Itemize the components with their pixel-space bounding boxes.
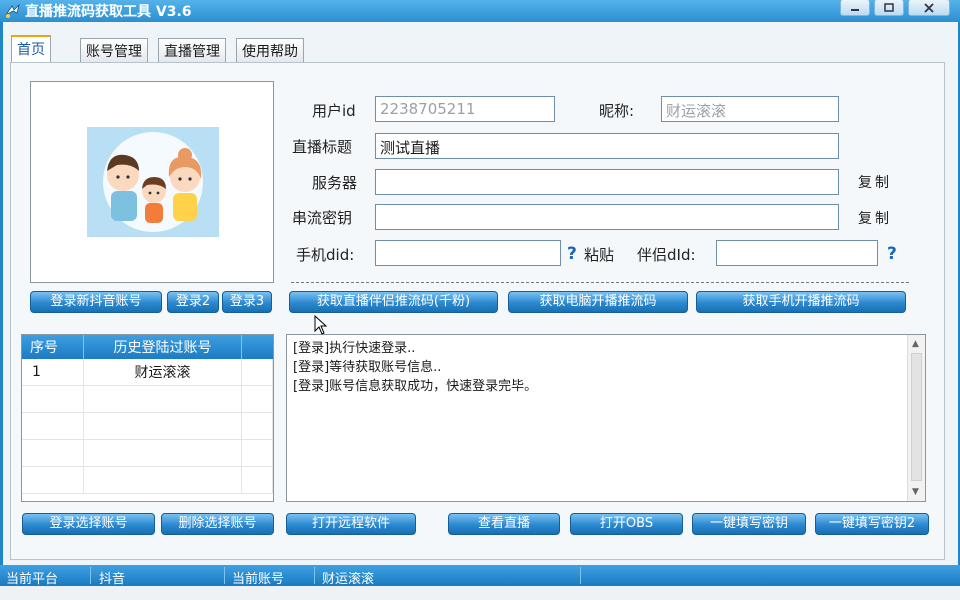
scroll-down-icon[interactable]: ▼ <box>912 487 919 497</box>
maximize-button[interactable] <box>874 0 904 16</box>
get-phone-stream-code-button[interactable]: 获取手机开播推流码 <box>696 291 906 313</box>
status-account-label: 当前账号 <box>232 572 285 587</box>
minimize-icon <box>851 8 859 11</box>
phone-did-input[interactable] <box>375 240 561 266</box>
avatar-frame <box>30 81 274 283</box>
fill-key-button[interactable]: 一键填写密钥 <box>692 513 806 535</box>
help-icon[interactable]: ? <box>887 246 901 263</box>
partner-did-label: 伴侣dId: <box>637 246 696 264</box>
row-account: 财运滚滚 <box>84 359 242 385</box>
scroll-up-icon[interactable]: ▲ <box>912 339 919 349</box>
phone-did-label: 手机did: <box>296 246 355 264</box>
nickname-label: 昵称: <box>599 102 635 120</box>
live-title-input[interactable]: 测试直播 <box>375 133 839 159</box>
login-new-account-button[interactable]: 登录新抖音账号 <box>30 291 162 313</box>
stream-key-input[interactable] <box>375 204 839 230</box>
tab-live-management[interactable]: 直播管理 <box>158 38 226 62</box>
partner-did-input[interactable] <box>716 240 878 266</box>
history-accounts-table: 序号 历史登陆过账号 1 财运滚滚 <box>21 334 274 502</box>
avatar <box>87 127 219 237</box>
table-row-empty <box>22 386 273 413</box>
log-scrollbar[interactable]: ▲ ▼ <box>907 335 925 501</box>
login3-button[interactable]: 登录3 <box>222 291 272 313</box>
status-platform-value: 抖音 <box>99 572 126 587</box>
log-line: [登录]执行快速登录.. <box>293 341 416 356</box>
separator <box>291 282 909 283</box>
tab-account-management[interactable]: 账号管理 <box>80 38 148 62</box>
open-remote-software-button[interactable]: 打开远程软件 <box>286 513 416 535</box>
log-textarea[interactable]: [登录]执行快速登录.. [登录]等待获取账号信息.. [登录]账号信息获取成功… <box>286 334 926 502</box>
tab-help[interactable]: 使用帮助 <box>236 38 304 62</box>
login2-button[interactable]: 登录2 <box>167 291 219 313</box>
title-bar: 直播推流码获取工具 V3.6 <box>0 0 960 22</box>
column-header-index[interactable]: 序号 <box>22 335 84 359</box>
status-bar: 当前平台 抖音 当前账号 财运滚滚 <box>0 565 960 587</box>
table-header: 序号 历史登陆过账号 <box>22 335 273 359</box>
open-obs-button[interactable]: 打开OBS <box>570 513 683 535</box>
log-line: [登录]账号信息获取成功，快速登录完毕。 <box>293 379 538 394</box>
taskbar-strip <box>0 586 960 600</box>
user-id-label: 用户id <box>312 102 356 120</box>
row-index: 1 <box>22 359 84 385</box>
paste-link[interactable]: 粘贴 <box>584 244 614 265</box>
minimize-button[interactable] <box>840 0 870 16</box>
close-icon <box>924 2 934 13</box>
mouse-cursor-icon <box>314 315 328 335</box>
help-icon[interactable]: ? <box>567 246 581 263</box>
copy-key-link[interactable]: 复制 <box>858 208 892 228</box>
view-live-button[interactable]: 查看直播 <box>448 513 560 535</box>
get-partner-stream-code-button[interactable]: 获取直播伴侣推流码(千粉) <box>289 291 498 313</box>
log-line: [登录]等待获取账号信息.. <box>293 360 442 375</box>
client-area: 首页 账号管理 直播管理 使用帮助 用户id 2238705211 昵称: 财运… <box>3 22 958 565</box>
table-row-empty <box>22 440 273 467</box>
maximize-icon <box>884 3 894 12</box>
tab-home[interactable]: 首页 <box>11 35 51 63</box>
user-id-field[interactable]: 2238705211 <box>375 96 555 122</box>
get-pc-stream-code-button[interactable]: 获取电脑开播推流码 <box>508 291 688 313</box>
server-label: 服务器 <box>312 174 358 192</box>
table-row-empty <box>22 467 273 494</box>
close-button[interactable] <box>908 0 950 16</box>
table-row-empty <box>22 413 273 440</box>
login-selected-account-button[interactable]: 登录选择账号 <box>22 513 155 535</box>
table-row[interactable]: 1 财运滚滚 <box>22 359 273 386</box>
scroll-thumb[interactable] <box>911 353 922 481</box>
status-account-value: 财运滚滚 <box>322 572 375 587</box>
live-title-label: 直播标题 <box>292 138 353 156</box>
fill-key2-button[interactable]: 一键填写密钥2 <box>815 513 929 535</box>
window-title: 直播推流码获取工具 V3.6 <box>25 4 192 20</box>
server-input[interactable] <box>375 169 839 195</box>
app-icon <box>5 3 20 18</box>
nickname-field[interactable]: 财运滚滚 <box>661 96 839 122</box>
delete-selected-account-button[interactable]: 删除选择账号 <box>161 513 274 535</box>
status-platform-label: 当前平台 <box>6 572 59 587</box>
copy-server-link[interactable]: 复制 <box>858 172 892 192</box>
column-header-account[interactable]: 历史登陆过账号 <box>84 335 242 359</box>
stream-key-label: 串流密钥 <box>292 209 353 227</box>
